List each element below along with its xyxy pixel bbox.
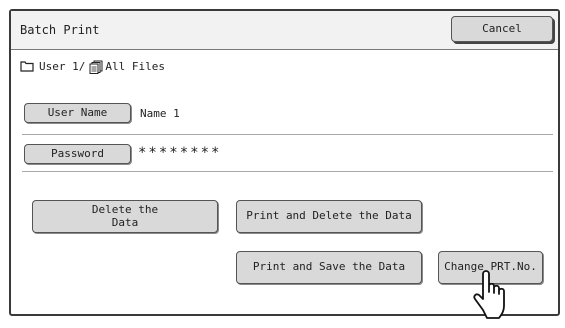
- password-button[interactable]: Password: [24, 144, 131, 164]
- cancel-button[interactable]: Cancel: [451, 16, 553, 42]
- user-name-value: Name 1: [140, 107, 180, 120]
- title-bar: Batch Print Cancel: [11, 11, 558, 50]
- divider: [22, 134, 553, 135]
- password-value: ********: [138, 145, 222, 161]
- delete-data-button[interactable]: Delete the Data: [32, 200, 218, 233]
- breadcrumb-folder: All Files: [105, 60, 165, 73]
- folder-icon: [20, 60, 35, 73]
- breadcrumb: User 1/ All Files: [20, 60, 165, 74]
- breadcrumb-user: User 1/: [39, 60, 86, 73]
- window-title: Batch Print: [20, 23, 100, 37]
- files-icon: [89, 60, 104, 74]
- user-name-button[interactable]: User Name: [24, 103, 131, 123]
- divider: [22, 171, 553, 172]
- print-and-delete-button[interactable]: Print and Delete the Data: [236, 200, 422, 233]
- print-and-save-button[interactable]: Print and Save the Data: [236, 251, 422, 284]
- hand-pointer-icon: [465, 266, 525, 324]
